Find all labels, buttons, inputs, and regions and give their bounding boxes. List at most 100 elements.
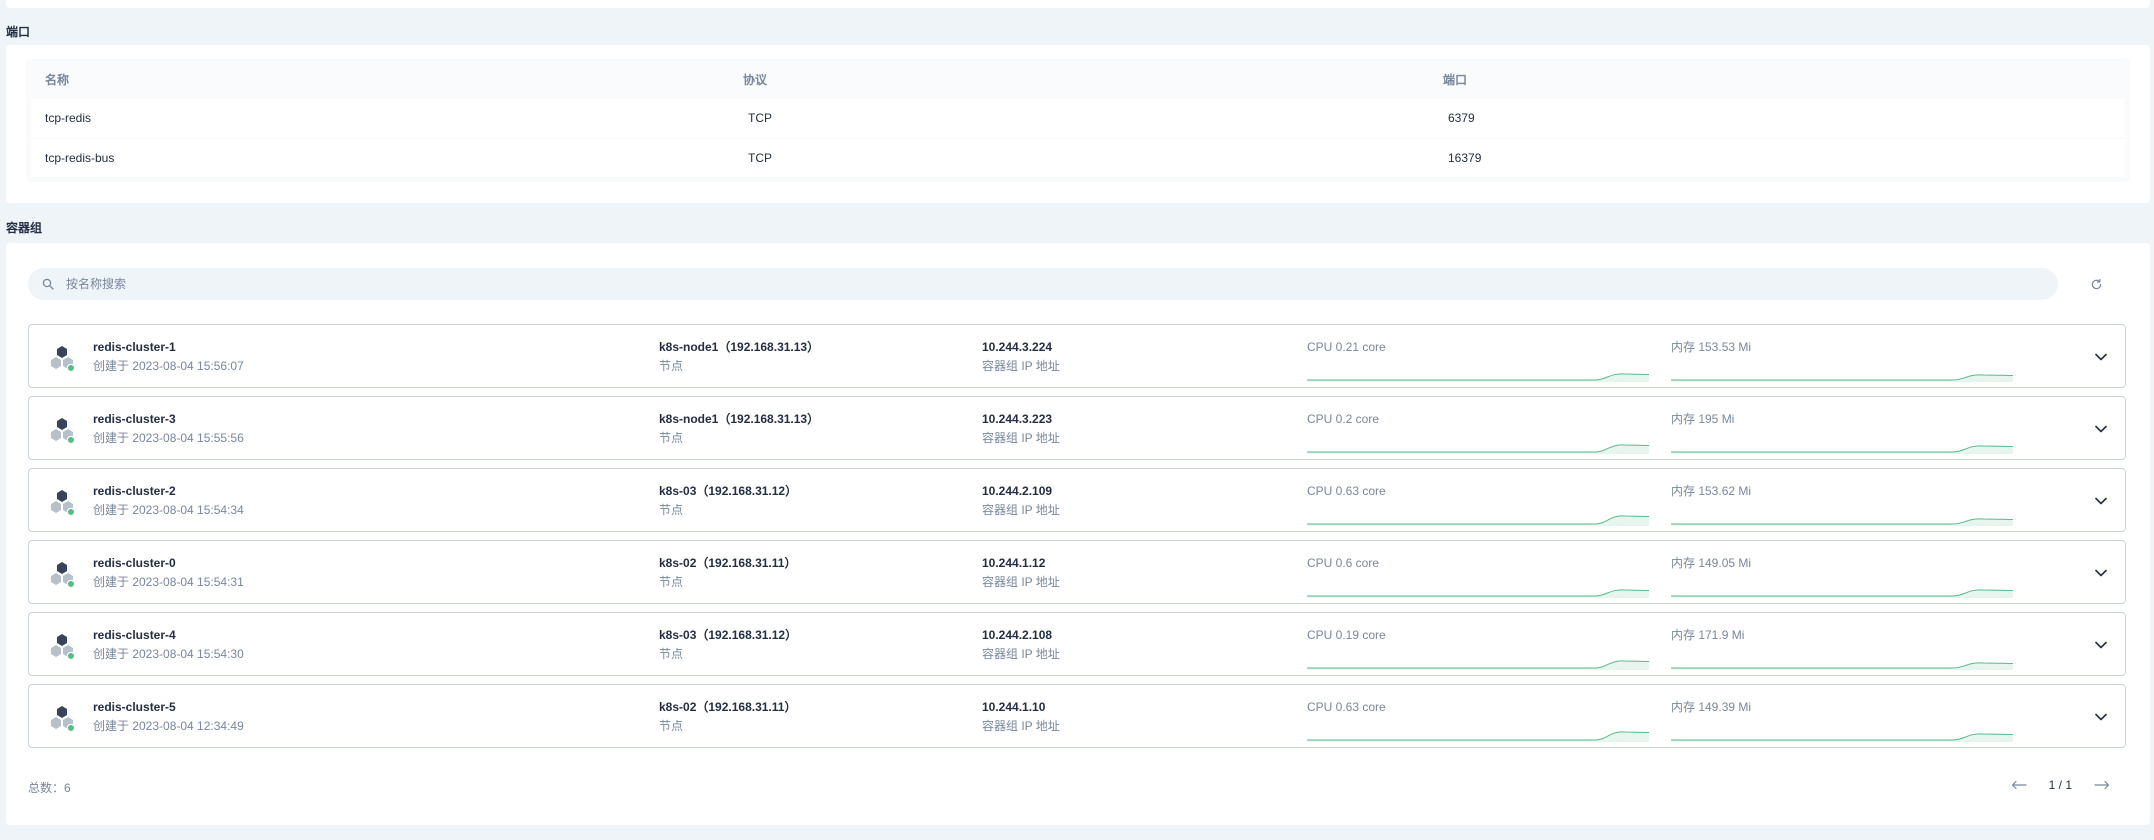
prev-page-button[interactable] (2007, 773, 2031, 797)
expand-button[interactable] (2091, 635, 2111, 655)
pod-node-label: 节点 (659, 575, 684, 589)
pod-ip-label: 容器组 IP 地址 (982, 503, 1060, 517)
pod-name-cell: redis-cluster-1 创建于 2023-08-04 15:56:07 (93, 338, 244, 376)
pod-row[interactable]: redis-cluster-2 创建于 2023-08-04 15:54:34 … (28, 468, 2126, 532)
search-bar[interactable] (28, 268, 2058, 300)
cpu-sparkline (1307, 660, 1649, 670)
pod-ip-cell: 10.244.1.12 容器组 IP 地址 (982, 554, 1060, 592)
refresh-button[interactable] (2086, 274, 2106, 294)
chevron-down-icon (2095, 641, 2107, 649)
pod-created-time: 创建于 2023-08-04 15:55:56 (93, 431, 244, 445)
pod-cpu-cell: CPU 0.63 core (1307, 482, 1649, 526)
next-page-button[interactable] (2090, 773, 2114, 797)
arrow-right-icon (2094, 780, 2110, 790)
pod-ip-label: 容器组 IP 地址 (982, 431, 1060, 445)
pod-cpu-cell: CPU 0.19 core (1307, 626, 1649, 670)
port-name: tcp-redis-bus (45, 151, 115, 165)
ports-card: 名称 协议 端口 tcp-redis TCP 6379 tcp-redis-bu… (6, 45, 2150, 203)
pod-created-time: 创建于 2023-08-04 15:54:30 (93, 647, 244, 661)
pod-memory-usage: 内存 149.39 Mi (1671, 700, 1752, 714)
pod-cpu-cell: CPU 0.2 core (1307, 410, 1649, 454)
memory-sparkline (1671, 374, 2013, 382)
pod-memory-cell: 内存 153.53 Mi (1671, 338, 2013, 382)
pod-row[interactable]: redis-cluster-0 创建于 2023-08-04 15:54:31 … (28, 540, 2126, 604)
pod-node[interactable]: k8s-02（192.168.31.11） (659, 554, 796, 572)
pod-ip-cell: 10.244.1.10 容器组 IP 地址 (982, 698, 1060, 736)
pod-icon (51, 634, 76, 661)
pod-node[interactable]: k8s-node1（192.168.31.13） (659, 410, 819, 428)
pod-memory-usage: 内存 153.62 Mi (1671, 484, 1752, 498)
pod-node-label: 节点 (659, 431, 684, 445)
pod-name[interactable]: redis-cluster-5 (93, 698, 244, 716)
ports-table: 名称 协议 端口 tcp-redis TCP 6379 tcp-redis-bu… (26, 59, 2130, 182)
expand-button[interactable] (2091, 491, 2111, 511)
pod-row[interactable]: redis-cluster-5 创建于 2023-08-04 12:34:49 … (28, 684, 2126, 748)
pods-card: redis-cluster-1 创建于 2023-08-04 15:56:07 … (6, 243, 2150, 825)
pod-node-label: 节点 (659, 359, 684, 373)
pod-node[interactable]: k8s-03（192.168.31.12） (659, 482, 797, 500)
total-count: 总数：6 (28, 781, 71, 795)
pods-section-title: 容器组 (6, 221, 43, 235)
search-icon (42, 278, 54, 290)
ports-header-port: 端口 (1443, 72, 1468, 87)
memory-sparkline (1671, 733, 2013, 742)
pod-name[interactable]: redis-cluster-0 (93, 554, 244, 572)
memory-sparkline (1671, 518, 2013, 526)
pod-icon (51, 706, 76, 733)
pod-row[interactable]: redis-cluster-4 创建于 2023-08-04 15:54:30 … (28, 612, 2126, 676)
memory-sparkline (1671, 662, 2013, 670)
top-card-edge (6, 0, 2150, 8)
pod-created-time: 创建于 2023-08-04 12:34:49 (93, 719, 244, 733)
pod-node-label: 节点 (659, 719, 684, 733)
ports-table-header: 名称 协议 端口 (26, 59, 2130, 99)
pod-icon (51, 562, 76, 589)
pod-node-cell: k8s-node1（192.168.31.13） 节点 (659, 410, 819, 448)
memory-sparkline (1671, 589, 2013, 598)
expand-button[interactable] (2091, 707, 2111, 727)
pod-node-cell: k8s-03（192.168.31.12） 节点 (659, 626, 797, 664)
chevron-down-icon (2095, 425, 2107, 433)
pod-ip-cell: 10.244.2.109 容器组 IP 地址 (982, 482, 1060, 520)
pod-ip-label: 容器组 IP 地址 (982, 647, 1060, 661)
pod-node-cell: k8s-03（192.168.31.12） 节点 (659, 482, 797, 520)
pod-ip-cell: 10.244.2.108 容器组 IP 地址 (982, 626, 1060, 664)
pod-memory-usage: 内存 153.53 Mi (1671, 340, 1752, 354)
cpu-sparkline (1307, 444, 1649, 454)
pod-row[interactable]: redis-cluster-3 创建于 2023-08-04 15:55:56 … (28, 396, 2126, 460)
pod-icon (51, 490, 76, 517)
pod-created-time: 创建于 2023-08-04 15:56:07 (93, 359, 244, 373)
port-number: 6379 (1448, 111, 1475, 125)
port-protocol: TCP (748, 151, 772, 165)
search-input[interactable] (66, 277, 1966, 291)
pod-row[interactable]: redis-cluster-1 创建于 2023-08-04 15:56:07 … (28, 324, 2126, 388)
cpu-sparkline (1307, 515, 1649, 526)
pod-ip-cell: 10.244.3.223 容器组 IP 地址 (982, 410, 1060, 448)
pod-node[interactable]: k8s-node1（192.168.31.13） (659, 338, 819, 356)
pod-cpu-usage: CPU 0.6 core (1307, 556, 1380, 570)
pod-memory-cell: 内存 149.39 Mi (1671, 698, 2013, 742)
pod-list: redis-cluster-1 创建于 2023-08-04 15:56:07 … (28, 324, 2126, 756)
pod-name[interactable]: redis-cluster-2 (93, 482, 244, 500)
expand-button[interactable] (2091, 419, 2111, 439)
pod-name-cell: redis-cluster-5 创建于 2023-08-04 12:34:49 (93, 698, 244, 736)
pod-cpu-cell: CPU 0.21 core (1307, 338, 1649, 382)
pod-ip-label: 容器组 IP 地址 (982, 575, 1060, 589)
pod-ip: 10.244.2.108 (982, 628, 1053, 642)
port-name: tcp-redis (45, 111, 92, 125)
pod-name[interactable]: redis-cluster-1 (93, 338, 244, 356)
expand-button[interactable] (2091, 563, 2111, 583)
pod-node[interactable]: k8s-03（192.168.31.12） (659, 626, 797, 644)
pod-node[interactable]: k8s-02（192.168.31.11） (659, 698, 796, 716)
ports-header-protocol: 协议 (743, 72, 768, 87)
pod-memory-cell: 内存 195 Mi (1671, 410, 2013, 454)
pod-memory-usage: 内存 171.9 Mi (1671, 628, 1745, 642)
pod-cpu-cell: CPU 0.63 core (1307, 698, 1649, 742)
pod-ip-cell: 10.244.3.224 容器组 IP 地址 (982, 338, 1060, 376)
pod-name-cell: redis-cluster-4 创建于 2023-08-04 15:54:30 (93, 626, 244, 664)
pod-memory-usage: 内存 195 Mi (1671, 412, 1735, 426)
pod-name[interactable]: redis-cluster-3 (93, 410, 244, 428)
expand-button[interactable] (2091, 347, 2111, 367)
pagination: 1 / 1 (2007, 773, 2114, 797)
pod-name[interactable]: redis-cluster-4 (93, 626, 244, 644)
table-row: tcp-redis-bus TCP 16379 (31, 139, 2125, 177)
